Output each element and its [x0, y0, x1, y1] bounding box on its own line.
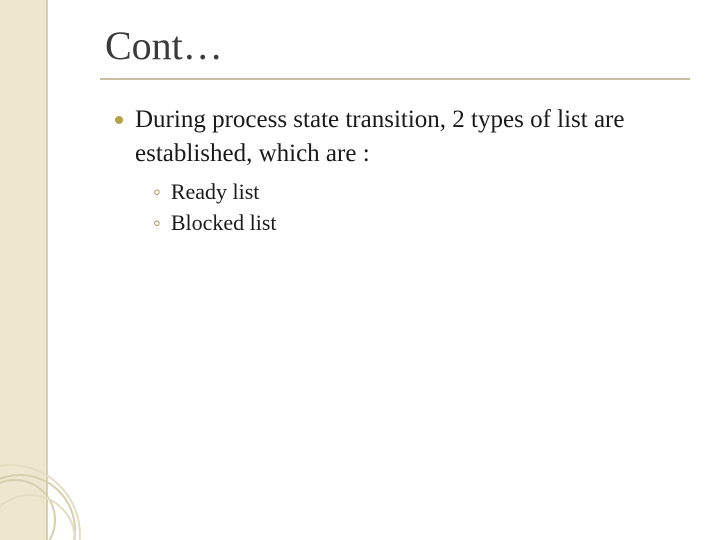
sub-list: ◦ Ready list ◦ Blocked list — [153, 177, 685, 238]
sidebar-decoration — [0, 0, 48, 540]
bullet-item: During process state transition, 2 types… — [115, 103, 685, 171]
slide: Cont… During process state transition, 2… — [0, 0, 720, 540]
sub-item-text: Ready list — [171, 177, 260, 207]
slide-content: During process state transition, 2 types… — [115, 103, 685, 240]
slide-title: Cont… — [105, 22, 223, 69]
sub-item-text: Blocked list — [171, 208, 277, 238]
sub-marker-icon: ◦ — [153, 208, 161, 238]
title-underline — [100, 78, 690, 80]
bullet-text: During process state transition, 2 types… — [135, 103, 685, 171]
sub-item: ◦ Blocked list — [153, 208, 685, 238]
sub-item: ◦ Ready list — [153, 177, 685, 207]
sub-marker-icon: ◦ — [153, 177, 161, 207]
bullet-dot-icon — [115, 116, 123, 124]
